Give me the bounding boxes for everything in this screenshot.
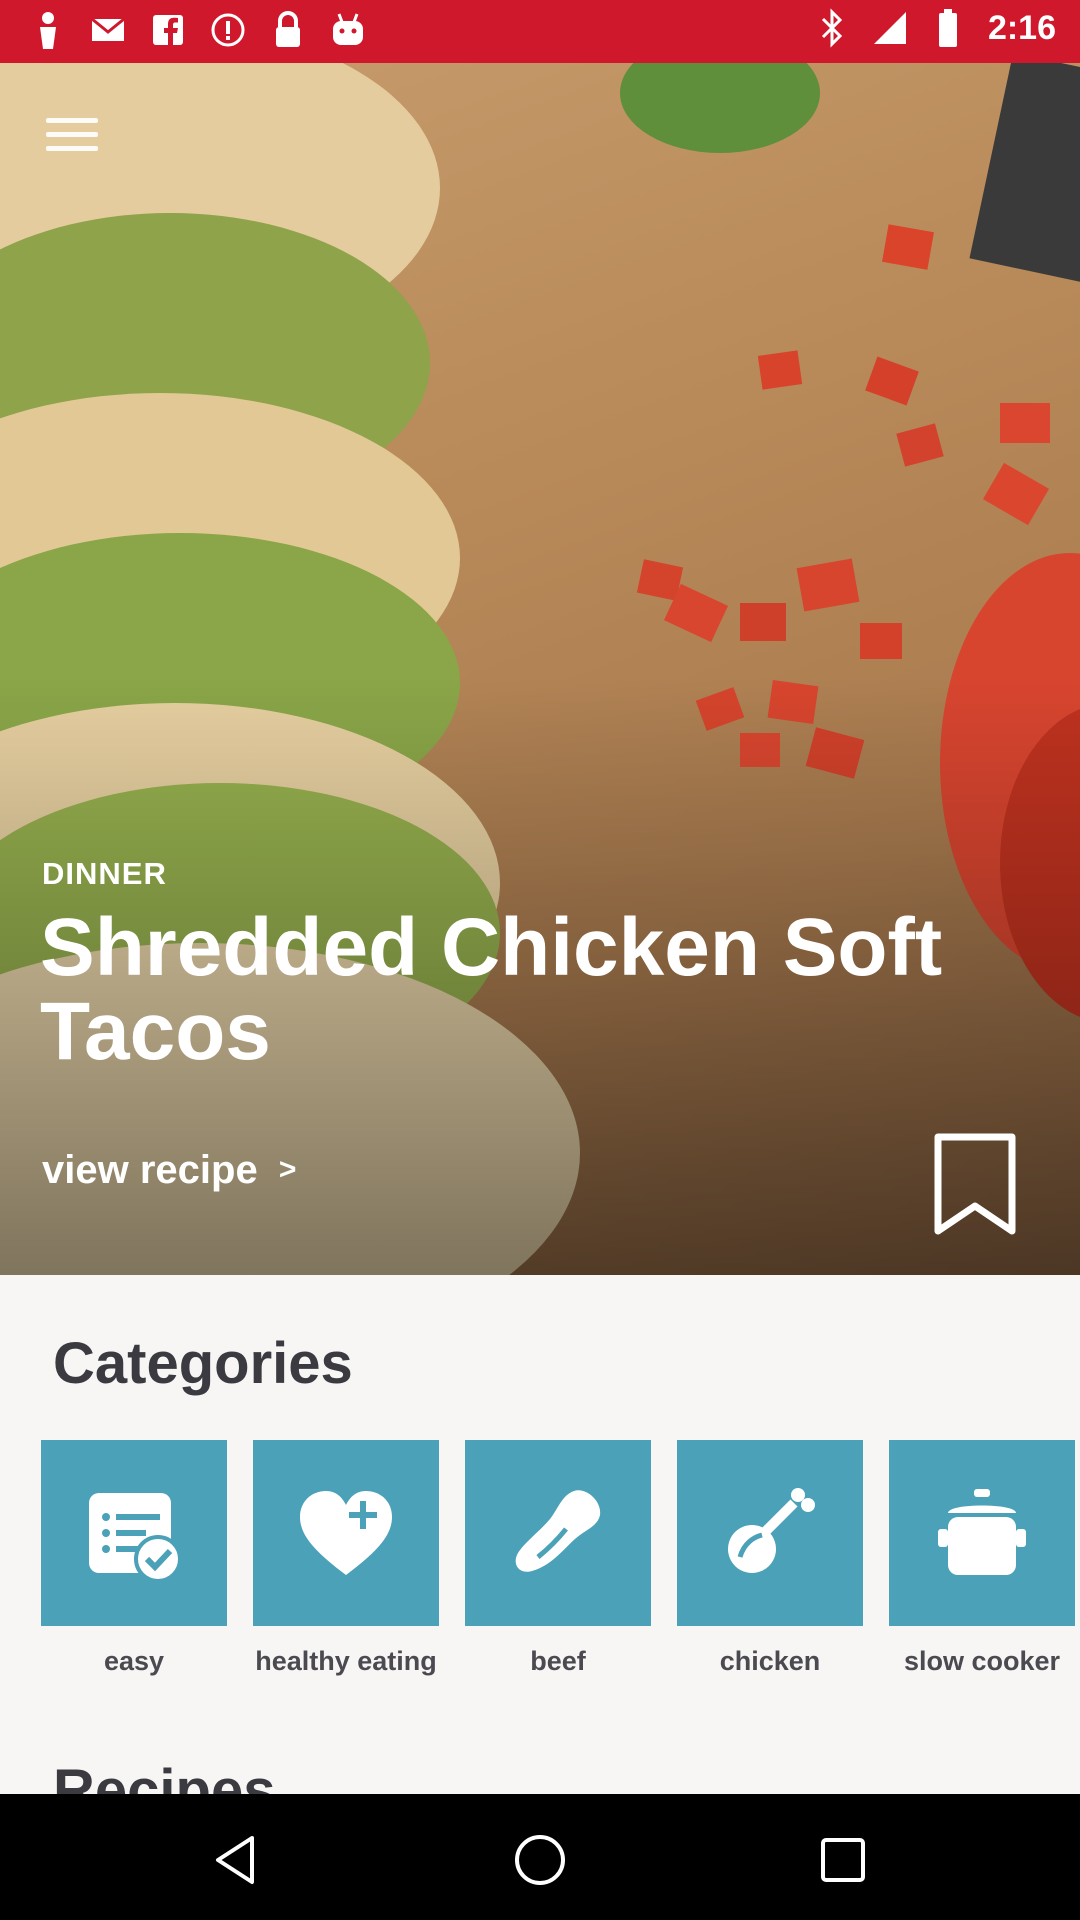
category-tile[interactable] — [889, 1440, 1075, 1626]
heart-plus-icon — [300, 1491, 392, 1575]
back-icon[interactable] — [206, 1830, 266, 1890]
category-label: slow cooker — [903, 1646, 1061, 1676]
category-easy[interactable]: easy — [41, 1440, 227, 1677]
category-tile[interactable] — [677, 1440, 863, 1626]
lock-icon — [270, 10, 306, 50]
category-tile[interactable] — [465, 1440, 651, 1626]
clock-time: 2:16 — [987, 8, 1056, 47]
recipes-heading: Recipes — [53, 1757, 275, 1795]
chevron-right-icon: > — [278, 1153, 297, 1186]
navigation-bar — [0, 1794, 1080, 1920]
drumstick-icon — [728, 1488, 815, 1573]
hero-recipe-title[interactable]: Shredded Chicken Soft Tacos — [40, 906, 1040, 1074]
view-recipe-link[interactable]: view recipe > — [42, 1148, 296, 1193]
category-tile[interactable] — [253, 1440, 439, 1626]
categories-heading: Categories — [53, 1331, 353, 1396]
recipes-heading-text: Recipes — [53, 1758, 276, 1795]
bookmark-icon[interactable] — [933, 1132, 1017, 1236]
signal-icon — [872, 8, 908, 48]
recents-icon[interactable] — [813, 1830, 873, 1890]
battery-icon — [930, 8, 966, 48]
category-beef[interactable]: beef — [465, 1440, 651, 1677]
checklist-icon — [89, 1493, 182, 1583]
facebook-icon — [150, 10, 186, 50]
categories-row: easy healthy eating beef chicken slow co… — [41, 1440, 1075, 1677]
hero-category-label: DINNER — [42, 856, 167, 891]
home-icon[interactable] — [510, 1830, 570, 1890]
status-bar: 2:16 — [0, 0, 1080, 63]
category-label: easy — [103, 1646, 165, 1676]
category-label: healthy eating — [255, 1646, 437, 1676]
person-icon — [30, 10, 66, 50]
category-label: chicken — [719, 1646, 821, 1676]
view-recipe-label: view recipe — [42, 1148, 258, 1192]
category-label: beef — [530, 1646, 586, 1676]
beef-cut-icon — [515, 1490, 601, 1572]
info-icon — [210, 10, 246, 50]
robot-icon — [330, 10, 366, 50]
category-tile[interactable] — [41, 1440, 227, 1626]
category-chicken[interactable]: chicken — [677, 1440, 863, 1677]
bluetooth-icon — [814, 8, 850, 48]
menu-icon[interactable] — [46, 118, 98, 158]
pot-icon — [938, 1489, 1026, 1575]
hero-banner[interactable]: DINNER Shredded Chicken Soft Tacos view … — [0, 63, 1080, 1275]
category-healthy-eating[interactable]: healthy eating — [253, 1440, 439, 1677]
mail-icon — [90, 10, 126, 50]
category-slow-cooker[interactable]: slow cooker — [889, 1440, 1075, 1677]
